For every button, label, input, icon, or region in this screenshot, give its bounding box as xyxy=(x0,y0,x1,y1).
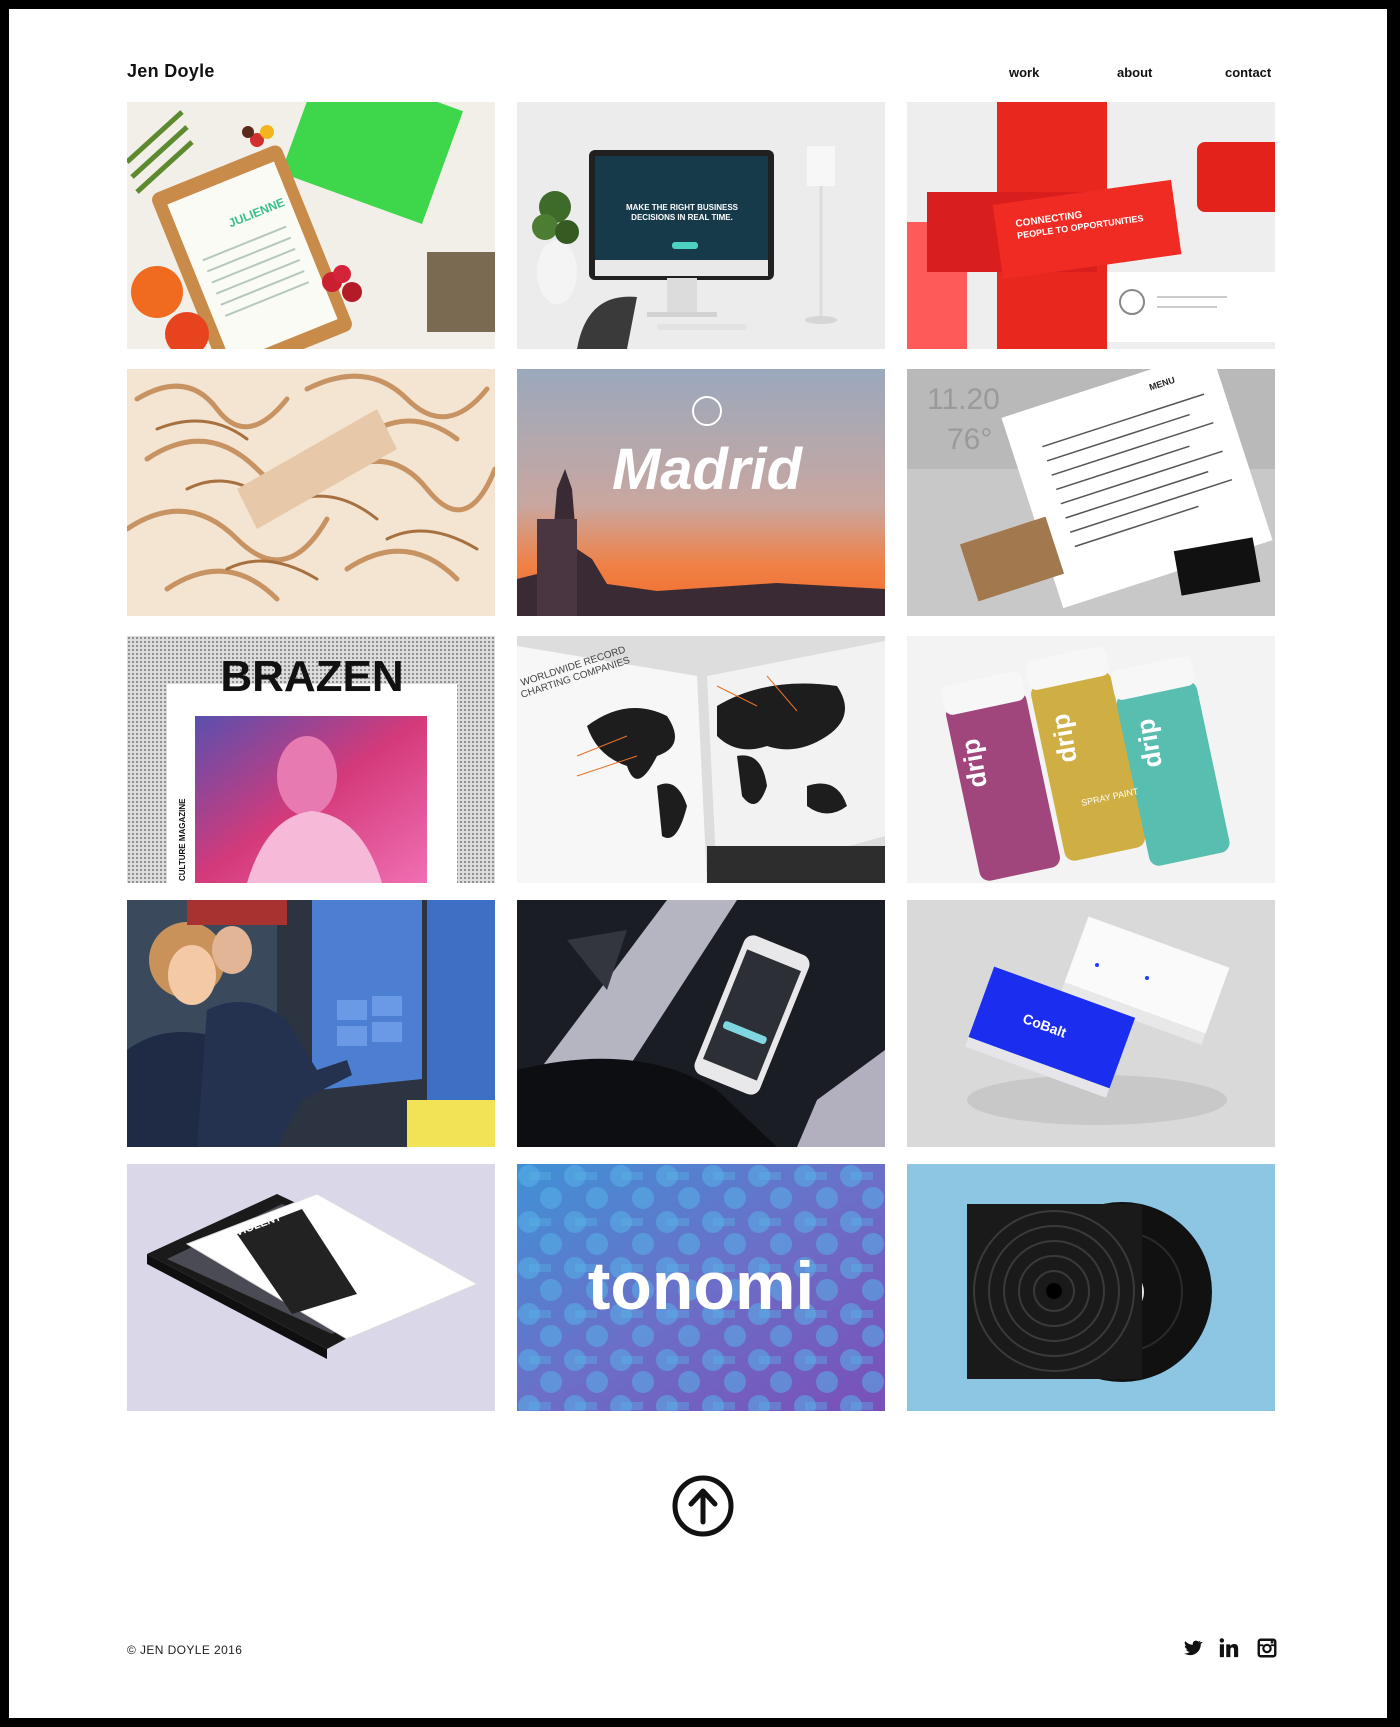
new-frontier-sublabel: DECISIONS IN REAL TIME. xyxy=(631,213,733,222)
nav-contact[interactable]: contact xyxy=(1225,65,1271,80)
portfolio-tile-world-map[interactable]: WORLDWIDE RECORD CHARTING COMPANIES xyxy=(517,636,885,883)
portfolio-tile-vinyl-record[interactable] xyxy=(907,1164,1275,1411)
nav-work[interactable]: work xyxy=(1009,65,1039,80)
world-map-book-photo: WORLDWIDE RECORD CHARTING COMPANIES xyxy=(517,636,885,883)
back-to-top-button[interactable] xyxy=(671,1474,735,1538)
portfolio-tile-new-frontier[interactable]: MAKE THE RIGHT BUSINESS DECISIONS IN REA… xyxy=(517,102,885,349)
portfolio-tile-paper-shavings[interactable] xyxy=(127,369,495,616)
portfolio-tile-touchscreen[interactable] xyxy=(127,900,495,1147)
portfolio-tile-madrid[interactable]: Madrid xyxy=(517,369,885,616)
nav-about[interactable]: about xyxy=(1117,65,1152,80)
linkedin-icon xyxy=(1219,1638,1239,1658)
restaurant-menu-clipboard-photo: JULIENNE xyxy=(127,102,495,349)
linkedin-link[interactable] xyxy=(1218,1637,1240,1659)
arrow-up-circle-icon xyxy=(672,1475,734,1537)
vinyl-record-photo xyxy=(907,1164,1275,1411)
coffee-menu-stationery-photo: 11.20 76° MENU xyxy=(907,369,1275,616)
madrid-label: Madrid xyxy=(612,437,804,502)
svg-text:76°: 76° xyxy=(947,423,992,456)
smartphone-app-photo xyxy=(517,900,885,1147)
instagram-link[interactable] xyxy=(1256,1637,1278,1659)
madrid-sunset-photo: Madrid xyxy=(517,369,885,616)
brazen-magazine-photo: BRAZEN CULTURE MAGAZINE xyxy=(127,636,495,883)
tablet-magazine-photo: VIOLENT xyxy=(127,1164,495,1411)
page: Jen Doyle work about contact JULIENNE MA… xyxy=(9,9,1387,1718)
new-frontier-label: MAKE THE RIGHT BUSINESS xyxy=(626,203,739,212)
portfolio-tile-brazen[interactable]: BRAZEN CULTURE MAGAZINE xyxy=(127,636,495,883)
paper-shavings-photo xyxy=(127,369,495,616)
portfolio-tile-transportation-alliance[interactable]: CONNECTING PEOPLE TO OPPORTUNITIES xyxy=(907,102,1275,349)
portfolio-tile-violent[interactable]: VIOLENT xyxy=(127,1164,495,1411)
portfolio-tile-tonomi[interactable]: tonomi xyxy=(517,1164,885,1411)
instagram-icon xyxy=(1257,1638,1277,1658)
tonomi-logo-photo: tonomi xyxy=(517,1164,885,1411)
portfolio-tile-coffee-roasters[interactable]: 11.20 76° MENU xyxy=(907,369,1275,616)
red-brochure-photo: CONNECTING PEOPLE TO OPPORTUNITIES xyxy=(907,102,1275,349)
portfolio-tile-smartphone-app[interactable] xyxy=(517,900,885,1147)
imac-website-photo: MAKE THE RIGHT BUSINESS DECISIONS IN REA… xyxy=(517,102,885,349)
spray-paint-cans-photo: drip drip drip SPRAY PAINT xyxy=(907,636,1275,883)
brazen-sublabel: CULTURE MAGAZINE xyxy=(178,798,187,881)
brazen-label: BRAZEN xyxy=(220,652,403,701)
portfolio-tile-julienne[interactable]: JULIENNE xyxy=(127,102,495,349)
twitter-icon xyxy=(1184,1640,1203,1656)
business-cards-photo: CoBalt xyxy=(907,900,1275,1147)
touchscreen-event-photo xyxy=(127,900,495,1147)
svg-text:11.20: 11.20 xyxy=(927,383,1000,416)
portfolio-tile-cobalt[interactable]: CoBalt xyxy=(907,900,1275,1147)
footer-copyright: © JEN DOYLE 2016 xyxy=(127,1643,243,1657)
site-logo[interactable]: Jen Doyle xyxy=(127,61,215,82)
portfolio-tile-drip[interactable]: drip drip drip SPRAY PAINT xyxy=(907,636,1275,883)
tonomi-label: tonomi xyxy=(588,1248,815,1324)
twitter-link[interactable] xyxy=(1181,1637,1203,1659)
